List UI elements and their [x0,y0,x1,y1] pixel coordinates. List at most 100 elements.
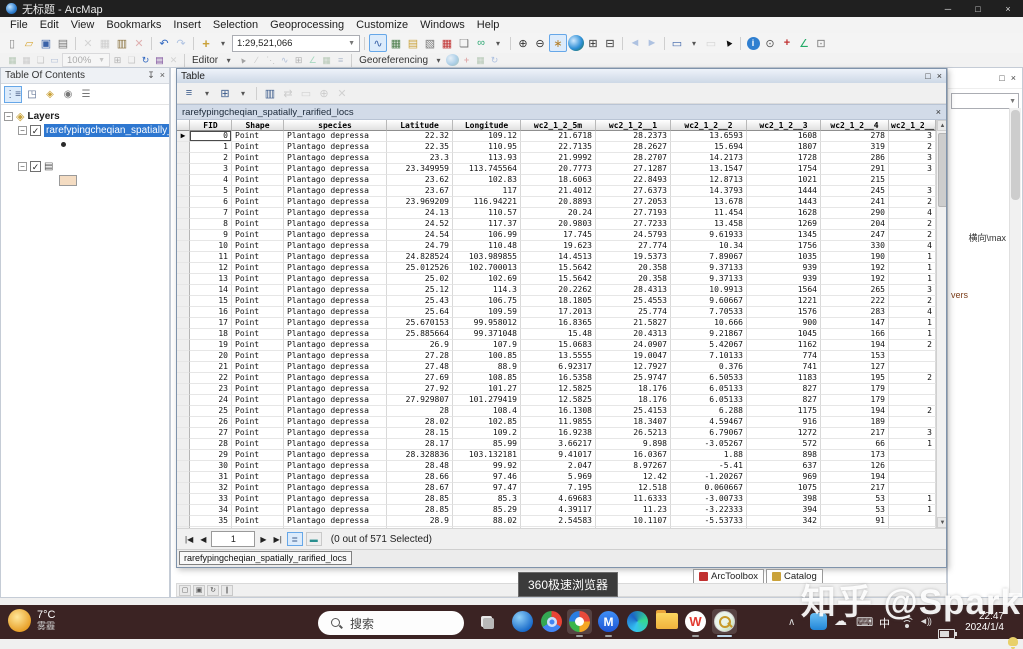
clear-selection-icon[interactable] [298,85,314,101]
scroll-up-icon[interactable]: ▲ [937,120,946,131]
table-cell[interactable] [889,461,936,472]
view-link-table-icon[interactable] [474,54,487,66]
table-cell[interactable]: 1221 [747,296,821,307]
taskbar-app-arcmap[interactable] [712,609,737,637]
table-cell[interactable]: 28.17 [387,439,453,450]
select-features-chevron-icon[interactable] [686,35,702,51]
table-cell[interactable]: 25.4153 [596,406,671,417]
table-cell[interactable]: 21.9992 [521,153,596,164]
table-cell[interactable]: 25.012526 [387,263,453,274]
select-elements-icon[interactable] [720,35,736,51]
table-cell[interactable]: 11.6333 [596,494,671,505]
row-selector[interactable] [177,219,190,230]
table-cell[interactable]: 27.28 [387,351,453,362]
taskbar-weather[interactable]: 7°C 雾霾 [8,609,55,632]
table-cell[interactable]: 109.12 [453,131,521,142]
table-cell[interactable]: Plantago depressa [284,175,387,186]
table-cell[interactable]: Plantago depressa [284,406,387,417]
table-cell[interactable]: 114.3 [453,285,521,296]
table-cell[interactable]: Plantago depressa [284,461,387,472]
table-cell[interactable]: 3 [190,164,232,175]
new-document-icon[interactable] [4,35,20,51]
restore-icon[interactable]: □ [925,71,930,81]
table-cell[interactable]: 25.885664 [387,329,453,340]
table-cell[interactable]: 14.3793 [671,186,747,197]
table-cell[interactable]: 24.52 [387,219,453,230]
toolbar-chevron-icon[interactable] [490,35,506,51]
row-selector[interactable] [177,142,190,153]
table-cell[interactable]: 204 [821,219,889,230]
attribute-table-icon[interactable] [388,35,404,51]
table-cell[interactable]: 21.4012 [521,186,596,197]
table-cell[interactable]: 7.89067 [671,252,747,263]
row-selector[interactable] [177,395,190,406]
table-cell[interactable]: Point [232,219,284,230]
table-cell[interactable]: 3 [889,285,936,296]
menu-help[interactable]: Help [471,18,506,32]
table-cell[interactable]: 245 [821,186,889,197]
table-cell[interactable]: 28.02 [387,417,453,428]
toc-layer-row[interactable]: − [1,159,169,173]
table-cell[interactable]: Plantago depressa [284,516,387,527]
table-cell[interactable]: 36 [190,527,232,528]
table-cell[interactable]: 22.32 [387,131,453,142]
table-cell[interactable]: Point [232,263,284,274]
table-cell[interactable]: 194 [821,472,889,483]
taskbar-app-m[interactable]: M [596,609,621,637]
table-cell[interactable]: 23.349959 [387,164,453,175]
table-cell[interactable]: 26.5213 [596,428,671,439]
table-cell[interactable] [889,362,936,373]
menu-view[interactable]: View [65,18,101,32]
table-cell[interactable]: 4.69683 [521,494,596,505]
clear-selection-icon[interactable] [703,35,719,51]
table-cell[interactable]: 3 [889,164,936,175]
table-cell[interactable]: 9.898 [596,439,671,450]
close-icon[interactable]: × [936,107,941,117]
table-cell[interactable]: 5.969 [521,472,596,483]
create-features-icon[interactable] [292,54,305,66]
table-cell[interactable]: 28.2707 [596,153,671,164]
table-cell[interactable]: Plantago depressa [284,384,387,395]
table-cell[interactable]: 217 [821,483,889,494]
copy-icon[interactable] [97,35,113,51]
table-cell[interactable]: 12.5825 [521,384,596,395]
table-cell[interactable]: 11.23 [596,505,671,516]
table-cell[interactable]: 28 [387,406,453,417]
table-cell[interactable]: Plantago depressa [284,373,387,384]
table-cell[interactable]: 99.92 [453,461,521,472]
table-cell[interactable]: Plantago depressa [284,395,387,406]
raster-color-swatch[interactable] [59,174,77,186]
collapse-icon[interactable]: − [18,161,27,171]
table-cell[interactable]: 25.43 [387,296,453,307]
table-cell[interactable]: 28.85 [387,494,453,505]
table-cell[interactable]: 30 [190,461,232,472]
table-cell[interactable]: Plantago depressa [284,472,387,483]
layout-view-icon[interactable]: ▣ [193,584,205,596]
table-cell[interactable]: 28.85 [387,505,453,516]
table-cell[interactable]: 1608 [747,131,821,142]
row-selector[interactable] [177,186,190,197]
table-cell[interactable]: 3 [889,131,936,142]
table-cell[interactable]: 13.5555 [521,351,596,362]
table-cell[interactable]: 18.176 [596,395,671,406]
table-cell[interactable]: Point [232,164,284,175]
table-cell[interactable]: -1.20267 [671,472,747,483]
toolbar-icon[interactable] [6,54,19,66]
row-selector[interactable] [177,164,190,175]
row-selector[interactable] [177,384,190,395]
table-cell[interactable]: 1728 [747,153,821,164]
add-data-icon[interactable] [198,35,214,51]
menu-windows[interactable]: Windows [414,18,471,32]
toolbar-icon[interactable] [20,54,33,66]
table-cell[interactable]: 1021 [747,175,821,186]
table-cell[interactable]: 27 [190,428,232,439]
table-cell[interactable]: 11.9855 [521,417,596,428]
table-cell[interactable]: 24.5793 [596,230,671,241]
table-cell[interactable]: 27.69 [387,373,453,384]
notification-bell-icon[interactable] [1008,637,1018,649]
table-cell[interactable]: 1175 [747,406,821,417]
table-cell[interactable]: 4 [190,175,232,186]
column-header[interactable]: wc2_1_2__5 [889,120,936,131]
table-cell[interactable]: Point [232,296,284,307]
table-cell[interactable]: Plantago depressa [284,164,387,175]
